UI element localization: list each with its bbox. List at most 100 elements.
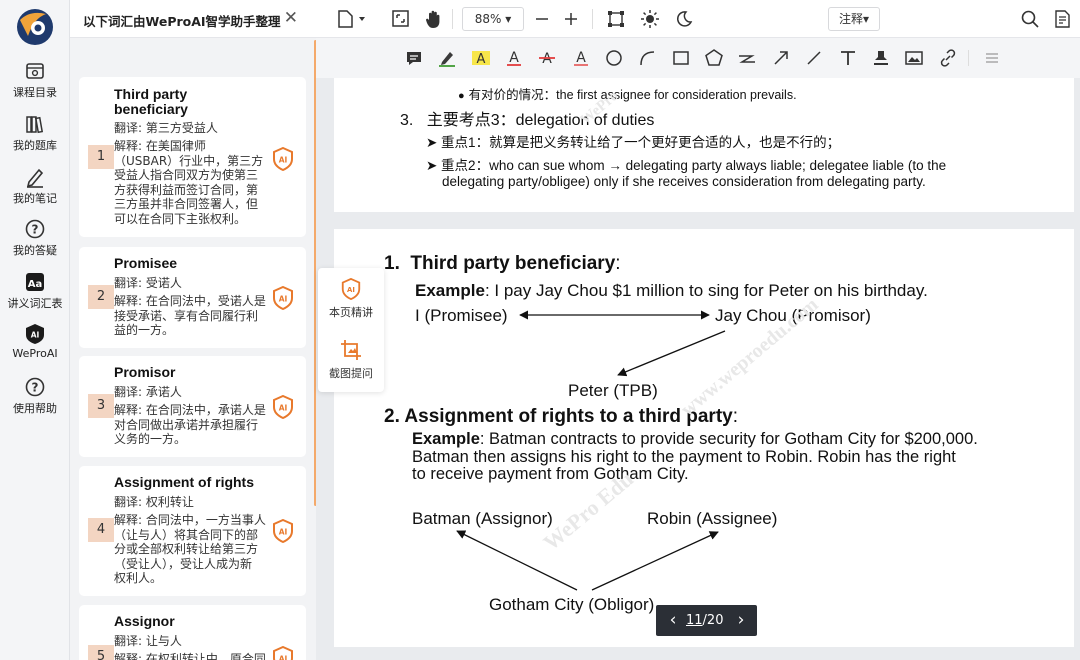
nav-my-qa[interactable]: ? 我的答疑 <box>0 218 70 258</box>
toolbar-divider <box>592 9 593 29</box>
vocab-number-badge: 4 <box>88 518 114 542</box>
circle-shape-icon[interactable] <box>604 48 624 68</box>
svg-text:AI: AI <box>279 156 288 165</box>
arc-shape-icon[interactable] <box>637 48 657 68</box>
nav-label: 课程目录 <box>13 86 57 99</box>
nav-weproai[interactable]: AI WeProAI <box>0 323 70 360</box>
annotation-toolbar: A A A A <box>316 38 1080 78</box>
crop-select-icon[interactable] <box>606 9 626 29</box>
text-squiggly-icon[interactable]: A <box>571 48 591 68</box>
zoom-select[interactable]: 88% ▾ <box>462 7 524 31</box>
nav-my-notes[interactable]: 我的笔记 <box>0 166 70 206</box>
weproai-logo-icon[interactable] <box>12 6 58 48</box>
vocab-card[interactable]: Assignment of rights 翻译: 权利转让 4 解释: 合同法中… <box>79 466 306 596</box>
brightness-icon[interactable] <box>640 9 660 29</box>
text-highlight-icon[interactable]: A <box>471 48 491 68</box>
arrow-obligor-assignee <box>591 531 719 591</box>
svg-text:Aa: Aa <box>28 279 43 290</box>
image-insert-icon[interactable] <box>904 48 924 68</box>
screenshot-ask-button[interactable]: 截图提问 <box>318 339 384 381</box>
stamp-icon[interactable] <box>871 48 891 68</box>
text-tool-icon[interactable] <box>838 48 858 68</box>
point-2-continued: delegating party/obligee) only if she re… <box>442 174 926 189</box>
fit-page-icon[interactable] <box>391 9 411 29</box>
vocab-term: Promisor <box>114 364 176 380</box>
vocab-term: Assignment of rights <box>114 474 255 490</box>
ai-explain-icon[interactable]: AI <box>272 395 294 419</box>
vocab-explanation: 解释: 在权利转让中，原合同 <box>114 652 266 660</box>
vocabulary-panel: 以下词汇由WeProAI智学助手整理 ✕ Third party benefic… <box>70 0 316 660</box>
vocab-explanation: 解释: 在美国律师 （USBAR）行业中，第三方 受益人指合同双方为使第三 方获得利益… <box>114 139 264 226</box>
floating-tools: AI 本页精讲 截图提问 <box>318 268 384 392</box>
svg-text:A: A <box>509 50 519 66</box>
arrow-tool-icon[interactable] <box>771 48 791 68</box>
top-toolbar: 88% ▾ 注释▾ <box>316 0 1080 38</box>
polyline-icon[interactable] <box>737 48 757 68</box>
diagram-arrows <box>456 310 726 591</box>
left-navigation: 课程目录 我的题库 我的笔记 ? 我的答疑 Aa 讲义词汇表 AI WeProA… <box>0 0 70 660</box>
comment-icon[interactable] <box>404 48 424 68</box>
page-navigation: ‹ 11/20 › <box>656 605 757 636</box>
vocab-translation: 翻译: 权利转让 <box>114 495 194 509</box>
vocab-number-badge: 2 <box>88 285 114 309</box>
nav-question-bank[interactable]: 我的题库 <box>0 113 70 153</box>
document-page: ● 有对价的情况：the first assignee for considera… <box>334 78 1074 212</box>
vocab-term: Assignor <box>114 613 175 629</box>
document-view[interactable]: ● 有对价的情况：the first assignee for considera… <box>316 78 1080 660</box>
help-icon: ? <box>25 377 45 397</box>
toolbar-divider <box>968 50 969 66</box>
vocab-translation: 翻译: 承诺人 <box>114 385 182 399</box>
nav-course-catalog[interactable]: 课程目录 <box>0 60 70 100</box>
page-lecture-button[interactable]: AI 本页精讲 <box>318 278 384 320</box>
document-info-icon[interactable] <box>1052 9 1072 29</box>
night-mode-icon[interactable] <box>674 9 694 29</box>
document-page: 1. Third party beneficiary: Example: I p… <box>334 229 1074 647</box>
zoom-in-icon[interactable] <box>563 9 579 29</box>
nav-vocabulary[interactable]: Aa 讲义词汇表 <box>0 271 70 311</box>
file-menu[interactable] <box>336 9 368 29</box>
line-tool-icon[interactable] <box>804 48 824 68</box>
vocabulary-header: 以下词汇由WeProAI智学助手整理 ✕ <box>70 0 316 38</box>
nav-label: 使用帮助 <box>13 402 57 415</box>
svg-text:AI: AI <box>279 295 288 304</box>
ai-explain-icon[interactable]: AI <box>272 147 294 171</box>
svg-text:AI: AI <box>279 655 288 660</box>
close-icon[interactable]: ✕ <box>284 8 298 28</box>
ai-explain-icon[interactable]: AI <box>272 286 294 310</box>
chevron-down-icon <box>359 17 365 21</box>
vocab-card[interactable]: Promisee 翻译: 受诺人 2 解释: 在合同法中，受诺人是 接受承诺、享有… <box>79 247 306 348</box>
float-tool-label: 截图提问 <box>329 367 373 380</box>
polygon-shape-icon[interactable] <box>704 48 724 68</box>
text-underline-icon[interactable]: A <box>504 48 524 68</box>
hand-tool-icon[interactable] <box>424 9 444 29</box>
vocabulary-icon: Aa <box>26 273 44 291</box>
zoom-out-icon[interactable] <box>534 9 550 29</box>
rectangle-shape-icon[interactable] <box>671 48 691 68</box>
course-catalog-icon <box>26 63 44 79</box>
vocab-term: Third party beneficiary <box>114 86 188 117</box>
page-indicator[interactable]: 11/20 <box>686 613 723 628</box>
text-strikethrough-icon[interactable]: A <box>537 48 557 68</box>
vocab-card[interactable]: Assignor 翻译: 让与人 5 解释: 在权利转让中，原合同 AI <box>79 605 306 660</box>
vocab-card[interactable]: Promisor 翻译: 承诺人 3 解释: 在合同法中，承诺人是 对合同做出承诺… <box>79 356 306 457</box>
ai-lecture-icon: AI <box>341 278 361 300</box>
nav-help[interactable]: ? 使用帮助 <box>0 376 70 416</box>
vocab-number-badge: 1 <box>88 145 114 169</box>
vocab-card[interactable]: Third party beneficiary 翻译: 第三方受益人 1 解释:… <box>79 77 306 237</box>
notes-pen-icon <box>26 168 44 188</box>
search-icon[interactable] <box>1020 9 1040 29</box>
point-1: ➤ 重点1：就算是把义务转让给了一个更好更合适的人，也是不行的； <box>426 135 841 150</box>
link-icon[interactable] <box>938 48 958 68</box>
highlighter-pen-icon[interactable] <box>437 48 457 68</box>
previous-page-icon[interactable]: ‹ <box>663 610 683 630</box>
ai-explain-icon[interactable]: AI <box>272 646 294 660</box>
svg-text:AI: AI <box>31 331 40 340</box>
svg-text:AI: AI <box>347 286 355 294</box>
annotation-select[interactable]: 注释▾ <box>828 7 880 31</box>
arrow-promisor-tpb <box>617 330 726 377</box>
svg-text:AI: AI <box>279 404 288 413</box>
toolbar-settings-icon[interactable] <box>982 48 1002 68</box>
next-page-icon[interactable]: › <box>731 610 751 630</box>
ai-explain-icon[interactable]: AI <box>272 519 294 543</box>
svg-text:A: A <box>542 51 552 67</box>
